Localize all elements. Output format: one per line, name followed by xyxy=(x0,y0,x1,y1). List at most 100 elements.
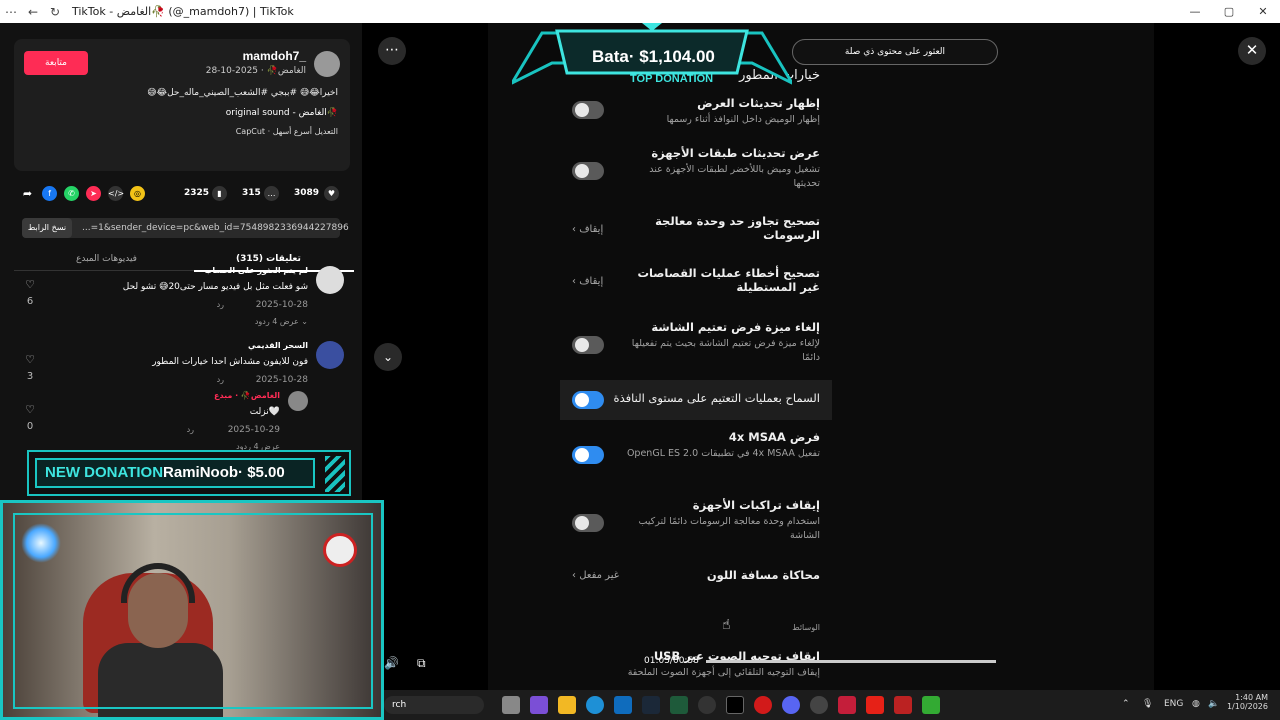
clock[interactable]: 1:40 AM 1/10/2026 xyxy=(1226,693,1268,711)
clock-time: 1:40 AM xyxy=(1235,693,1268,702)
setting-title: عرض تحديثات طبقات الأجهزة xyxy=(651,146,820,160)
commenter-name[interactable]: لم يتم العثور على الحساب xyxy=(204,266,308,275)
toggle-switch[interactable] xyxy=(572,336,604,354)
webcam-frame xyxy=(13,513,373,709)
webcam-overlay xyxy=(0,500,384,720)
outlook-icon[interactable] xyxy=(614,696,632,714)
back-icon[interactable]: ← xyxy=(22,5,44,19)
setting-title: إيقاف تراكبات الأجهزة xyxy=(692,498,820,512)
comment-icon[interactable]: … xyxy=(264,186,279,201)
bookmark-icon[interactable]: ▮ xyxy=(212,186,227,201)
author-username[interactable]: mamdoh7_ xyxy=(243,49,306,63)
red-app-icon[interactable] xyxy=(838,696,856,714)
tiktok-icon[interactable] xyxy=(726,696,744,714)
comment-date: 2025-10-28 xyxy=(255,375,308,385)
settings-row[interactable]: السماح بعمليات التعتيم على مستوى النافذة xyxy=(560,380,832,420)
donation-box: NEW DONATIONRamiNoob· $5.00 xyxy=(35,458,315,488)
coin-icon[interactable]: ◎ xyxy=(130,186,145,201)
toggle-switch[interactable] xyxy=(572,101,604,119)
reply-button[interactable]: رد xyxy=(217,300,224,309)
heart-icon[interactable]: ♡ xyxy=(24,403,36,416)
heart-icon[interactable]: ♡ xyxy=(24,353,36,366)
toggle-switch[interactable] xyxy=(572,391,604,409)
tf-icon[interactable] xyxy=(894,696,912,714)
game-icon[interactable] xyxy=(922,696,940,714)
minimize-button[interactable]: — xyxy=(1178,5,1212,18)
picture-in-picture-icon[interactable]: ⧉ xyxy=(417,656,426,671)
post-caption: اخيرا😂😅 #ببجي #الشعب_الصيني_ماله_حل😂😅 xyxy=(147,88,338,98)
settings-row[interactable]: تصحيح تجاوز حد وحدة معالجة الرسومات إيقا… xyxy=(560,214,832,242)
toggle-switch[interactable] xyxy=(572,446,604,464)
close-player-button[interactable]: ✕ xyxy=(1238,37,1266,65)
heart-icon[interactable]: ♥ xyxy=(324,186,339,201)
reply-button[interactable]: رد xyxy=(187,425,194,434)
language-indicator[interactable]: ENG xyxy=(1164,699,1183,709)
microphone-icon[interactable]: 🎙 xyxy=(1142,699,1153,709)
network-icon[interactable]: ◍ xyxy=(1192,699,1200,709)
author-avatar[interactable] xyxy=(314,51,340,77)
taskbar-search[interactable]: rch xyxy=(384,696,484,714)
related-content-tooltip[interactable]: العثور على محتوى ذي صلة xyxy=(792,39,998,65)
commenter-name[interactable]: السحر القديمي xyxy=(248,341,308,350)
close-window-button[interactable]: ✕ xyxy=(1246,5,1280,18)
progress-bar[interactable] xyxy=(706,660,996,663)
youtube-icon[interactable] xyxy=(866,696,884,714)
capcut-link[interactable]: CapCut · التعديل أسرع أسهل xyxy=(236,127,338,136)
saves-count: 2325 xyxy=(184,188,210,198)
menu-icon[interactable]: ⋯ xyxy=(0,5,22,19)
comment-like-count: 0 xyxy=(26,421,34,432)
commenter-avatar[interactable] xyxy=(316,341,344,369)
window-title: TikTok - الغامض🥀 (@_mamdoh7) | TikTok xyxy=(72,5,294,18)
settings-row[interactable]: عرض تحديثات طبقات الأجهزة تشغيل وميض بال… xyxy=(560,146,832,192)
steam-icon[interactable] xyxy=(642,696,660,714)
share-icon[interactable]: ➦ xyxy=(20,186,35,201)
store-icon[interactable] xyxy=(670,696,688,714)
toggle-switch[interactable] xyxy=(572,514,604,532)
clock-date: 1/10/2026 xyxy=(1226,702,1268,711)
whatsapp-icon[interactable]: ✆ xyxy=(64,186,79,201)
edge-icon[interactable] xyxy=(586,696,604,714)
task-view-icon[interactable] xyxy=(502,696,520,714)
commenter-avatar[interactable] xyxy=(288,391,308,411)
settings-row[interactable]: إلغاء ميزة فرض تعتيم الشاشة لإلغاء ميزة … xyxy=(560,320,832,366)
discord-icon[interactable] xyxy=(782,696,800,714)
reply-button[interactable]: رد xyxy=(217,375,224,384)
more-options-button[interactable]: ⋯ xyxy=(378,37,406,65)
copilot-icon[interactable] xyxy=(530,696,548,714)
file-explorer-icon[interactable] xyxy=(558,696,576,714)
reload-icon[interactable]: ↻ xyxy=(44,5,66,19)
toggle-switch[interactable] xyxy=(572,162,604,180)
commenter-avatar[interactable] xyxy=(316,266,344,294)
link-text[interactable]: ...=1&sender_device=pc&web_id=7548982336… xyxy=(82,223,349,233)
top-donation-label: TOP DONATION xyxy=(630,73,714,85)
taskbar: rch ⌃ 🎙 ENG ◍ 🔈 1:40 AM 1/10/2026 xyxy=(384,690,1280,720)
setting-title: فرض 4x MSAA xyxy=(728,430,820,444)
video-player: ⋯ ⌄ ✕ خيارات المطور إظهار تحديثات العرض … xyxy=(362,23,1280,690)
settings-row[interactable]: فرض 4x MSAA تفعيل 4x MSAA في تطبيقات Ope… xyxy=(560,430,832,464)
volume-icon[interactable]: 🔊 xyxy=(384,656,399,670)
send-icon[interactable]: ➤ xyxy=(86,186,101,201)
obs-icon[interactable] xyxy=(810,696,828,714)
setting-subtitle: تفعيل 4x MSAA في تطبيقات OpenGL ES 2.0 xyxy=(626,448,820,459)
settings-row[interactable]: تصحيح أخطاء عمليات القصاصات غير المستطيل… xyxy=(560,266,832,294)
tab-creator-videos[interactable]: فيديوهات المبدع xyxy=(76,254,137,264)
chevron-up-icon[interactable]: ⌃ xyxy=(1122,699,1130,709)
tab-comments[interactable]: تعليقات (315) xyxy=(236,254,301,264)
action-bar: ➦ f ✆ ➤ </> ◎ 2325 ▮ 315 … 3089 ♥ xyxy=(20,183,340,205)
speaker-icon[interactable]: 🔈 xyxy=(1208,699,1219,709)
commenter-name[interactable]: الغامض🥀 · مبدع xyxy=(214,391,280,400)
view-replies-button[interactable]: عرض 4 ردود ⌄ xyxy=(255,317,308,326)
opera-icon[interactable] xyxy=(754,696,772,714)
embed-icon[interactable]: </> xyxy=(108,186,124,201)
maximize-button[interactable]: ▢ xyxy=(1212,5,1246,18)
heart-icon[interactable]: ♡ xyxy=(24,278,36,291)
post-sound[interactable]: original sound - الغامض🥀 xyxy=(226,108,338,118)
app-icon[interactable] xyxy=(698,696,716,714)
facebook-icon[interactable]: f xyxy=(42,186,57,201)
settings-row[interactable]: محاكاة مسافة اللون غير مفعل › xyxy=(560,568,832,582)
next-video-button[interactable]: ⌄ xyxy=(374,343,402,371)
follow-button[interactable]: متابعة xyxy=(24,51,88,75)
settings-row[interactable]: إظهار تحديثات العرض إظهار الوميض داخل ال… xyxy=(560,96,832,127)
copy-link-button[interactable]: نسخ الرابط xyxy=(22,218,72,238)
settings-row[interactable]: إيقاف تراكبات الأجهزة استخدام وحدة معالج… xyxy=(560,498,832,544)
